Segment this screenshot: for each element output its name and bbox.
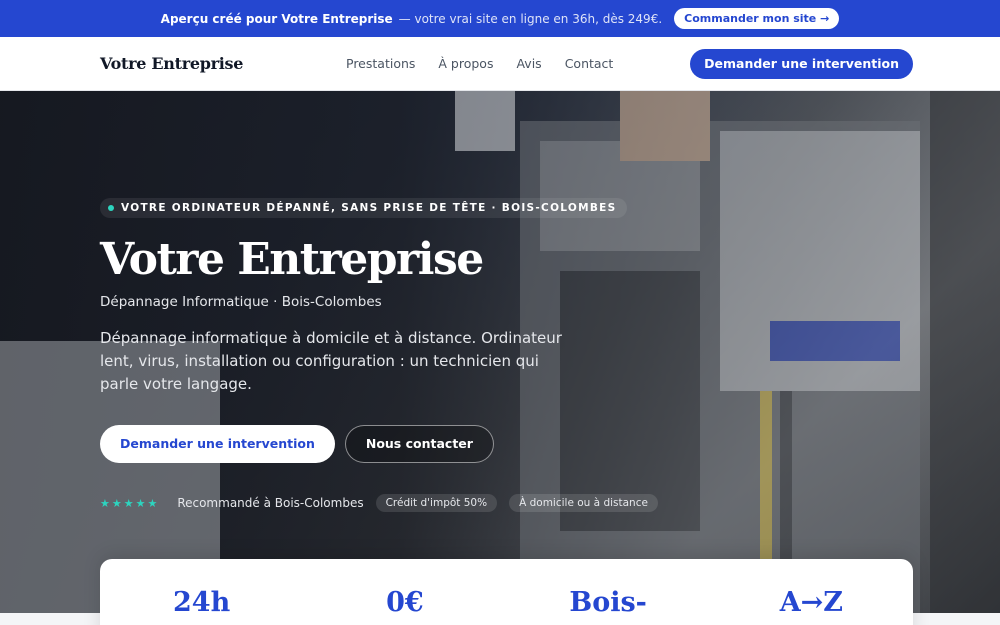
header-request-button[interactable]: Demander une intervention bbox=[690, 48, 913, 79]
hero-eyebrow: VOTRE ORDINATEUR DÉPANNÉ, SANS PRISE DE … bbox=[100, 198, 627, 218]
stat-price: 0€ bbox=[386, 587, 424, 618]
hero-section: VOTRE ORDINATEUR DÉPANNÉ, SANS PRISE DE … bbox=[0, 91, 1000, 613]
stats-card: 24h 0€ Bois- A→Z bbox=[100, 559, 913, 625]
hero-actions: Demander une intervention Nous contacter bbox=[100, 425, 600, 464]
star-rating-icon: ★★★★★ bbox=[100, 496, 160, 510]
nav-item-contact[interactable]: Contact bbox=[565, 56, 614, 71]
brand-logo[interactable]: Votre Entreprise bbox=[100, 54, 243, 73]
hero-eyebrow-text: VOTRE ORDINATEUR DÉPANNÉ, SANS PRISE DE … bbox=[121, 202, 617, 214]
main-nav: Prestations À propos Avis Contact bbox=[346, 56, 613, 71]
dot-icon bbox=[108, 205, 114, 211]
trust-row: ★★★★★ Recommandé à Bois-Colombes Crédit … bbox=[100, 494, 658, 513]
site-header: Votre Entreprise Prestations À propos Av… bbox=[0, 37, 1000, 91]
hero-content: VOTRE ORDINATEUR DÉPANNÉ, SANS PRISE DE … bbox=[100, 196, 658, 513]
announcement-text: — votre vrai site en ligne en 36h, dès 2… bbox=[398, 11, 663, 26]
hero-request-button[interactable]: Demander une intervention bbox=[100, 425, 335, 464]
nav-item-avis[interactable]: Avis bbox=[516, 56, 541, 71]
hero-subtitle: Dépannage Informatique · Bois-Colombes bbox=[100, 294, 382, 311]
hero-description: Dépannage informatique à domicile et à d… bbox=[100, 329, 562, 394]
tax-credit-badge: Crédit d'impôt 50% bbox=[375, 494, 498, 513]
nav-item-prestations[interactable]: Prestations bbox=[346, 56, 415, 71]
hero-title: Votre Entreprise bbox=[100, 234, 484, 285]
nav-item-a-propos[interactable]: À propos bbox=[438, 56, 493, 71]
stat-coverage: A→Z bbox=[779, 587, 844, 618]
announcement-bar: Aperçu créé pour Votre Entreprise — votr… bbox=[0, 0, 1000, 37]
order-site-button[interactable]: Commander mon site → bbox=[674, 8, 840, 29]
recommendation-text: Recommandé à Bois-Colombes bbox=[177, 496, 364, 511]
stat-response-time: 24h bbox=[173, 587, 231, 618]
service-mode-badge: À domicile ou à distance bbox=[509, 494, 658, 513]
announcement-lead: Aperçu créé pour Votre Entreprise bbox=[160, 11, 393, 26]
contact-button[interactable]: Nous contacter bbox=[344, 425, 494, 464]
stat-location: Bois- bbox=[569, 587, 647, 618]
